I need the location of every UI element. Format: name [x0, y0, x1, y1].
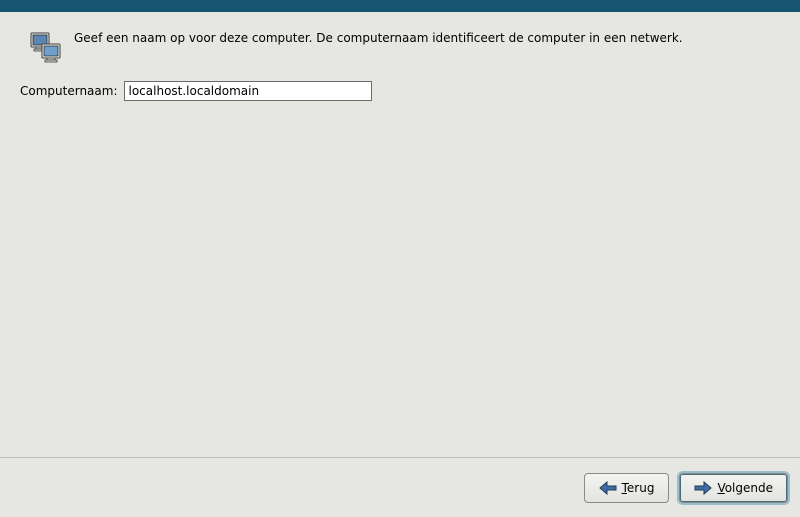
intro-text: Geef een naam op voor deze computer. De …	[74, 30, 683, 46]
content-area: Geef een naam op voor deze computer. De …	[0, 12, 800, 517]
title-bar	[0, 0, 800, 12]
button-bar: Terug Volgende	[0, 457, 800, 517]
arrow-left-icon	[599, 481, 617, 495]
next-button-label: Volgende	[717, 481, 773, 495]
computer-network-icon	[30, 32, 64, 69]
intro-row: Geef een naam op voor deze computer. De …	[0, 12, 800, 75]
back-button-label: Terug	[622, 481, 655, 495]
next-button[interactable]: Volgende	[679, 473, 788, 503]
hostname-row: Computernaam:	[0, 75, 800, 101]
arrow-right-icon	[694, 481, 712, 495]
hostname-input[interactable]	[124, 81, 372, 101]
hostname-label: Computernaam:	[20, 84, 118, 98]
back-button[interactable]: Terug	[584, 473, 670, 503]
